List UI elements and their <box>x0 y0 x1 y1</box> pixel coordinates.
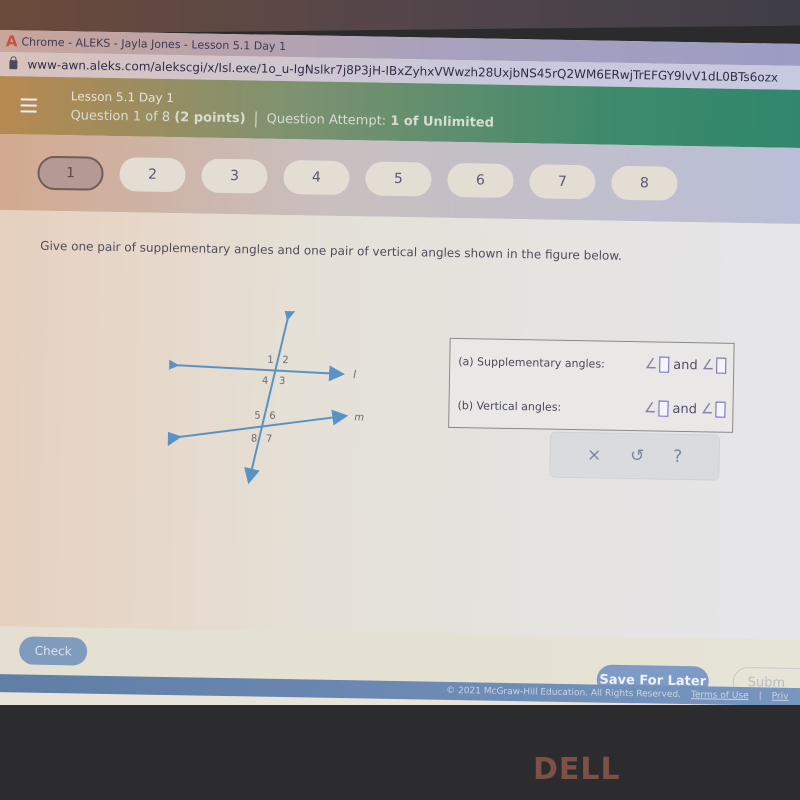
vertical-label: (b) Vertical angles: <box>457 398 562 414</box>
question-nav-6[interactable]: 6 <box>447 162 514 198</box>
vertical-row: (b) Vertical angles: ∠ and ∠ <box>457 397 726 418</box>
question-nav-2[interactable]: 2 <box>119 157 186 193</box>
angle-label-6: 6 <box>269 411 276 422</box>
window-title: Chrome - ALEKS - Jayla Jones - Lesson 5.… <box>21 34 287 53</box>
question-counter: Question 1 of 8 <box>70 108 171 125</box>
line-label-l: l <box>353 368 356 381</box>
question-nav-7[interactable]: 7 <box>529 164 596 200</box>
line-label-m: m <box>354 412 364 423</box>
transversal <box>244 309 299 485</box>
supplementary-label: (a) Supplementary angles: <box>458 354 605 371</box>
angle-icon: ∠ <box>644 356 658 373</box>
angle-label-7: 7 <box>266 434 273 445</box>
help-icon[interactable]: ? <box>673 447 682 467</box>
lesson-title: Lesson 5.1 Day 1 <box>70 88 175 105</box>
angle-label-3: 3 <box>279 376 286 387</box>
supplementary-angle-1-input[interactable] <box>659 356 670 373</box>
header-divider <box>255 110 257 127</box>
question-nav-3[interactable]: 3 <box>201 158 268 194</box>
attempt-label: Question Attempt: <box>266 111 387 129</box>
question-nav-5[interactable]: 5 <box>365 161 432 197</box>
dell-logo: DELL <box>533 752 621 787</box>
and-text: and <box>673 357 698 373</box>
question-nav-4[interactable]: 4 <box>283 159 350 196</box>
question-nav-1[interactable]: 1 <box>37 155 104 191</box>
copyright-text: © 2021 McGraw-Hill Education. All Rights… <box>446 685 682 700</box>
supplementary-row: (a) Supplementary angles: ∠ and ∠ <box>458 353 727 374</box>
terms-of-use-link[interactable]: Terms of Use <box>691 690 749 701</box>
footer-separator: | <box>758 691 762 702</box>
aleks-logo-icon: A <box>5 32 18 51</box>
hamburger-menu-icon[interactable] <box>0 98 59 113</box>
angle-figure: 1 2 3 4 5 6 7 8 l m <box>167 309 364 485</box>
answer-tools: × ↺ ? <box>549 431 721 481</box>
undo-icon[interactable]: ↺ <box>630 446 645 466</box>
clear-icon[interactable]: × <box>587 445 602 465</box>
monitor-bezel-top <box>0 0 800 35</box>
question-nav-8[interactable]: 8 <box>611 165 678 201</box>
angle-label-8: 8 <box>251 433 258 444</box>
angle-label-5: 5 <box>254 410 261 421</box>
attempt-value: 1 of Unlimited <box>390 113 495 131</box>
supplementary-angle-2-input[interactable] <box>716 357 727 374</box>
screen: A Chrome - ALEKS - Jayla Jones - Lesson … <box>0 30 800 735</box>
vertical-angle-1-input[interactable] <box>658 400 669 417</box>
laptop-bezel-bottom <box>0 705 800 800</box>
question-area: Give one pair of supplementary angles an… <box>0 209 800 645</box>
check-button[interactable]: Check <box>18 636 88 666</box>
angle-label-4: 4 <box>262 376 269 387</box>
angle-icon: ∠ <box>643 400 657 417</box>
angle-icon: ∠ <box>700 401 714 418</box>
lock-icon <box>9 59 18 69</box>
question-prompt: Give one pair of supplementary angles an… <box>40 238 622 263</box>
angle-icon: ∠ <box>701 357 715 374</box>
angle-label-2: 2 <box>282 355 289 366</box>
line-l <box>167 356 346 382</box>
question-navigation: 1 2 3 4 5 6 7 8 <box>0 133 800 225</box>
answer-box: (a) Supplementary angles: ∠ and ∠ (b) Ve… <box>448 337 735 433</box>
angle-label-1: 1 <box>267 355 274 366</box>
and-text: and <box>672 401 698 417</box>
question-points: (2 points) <box>174 110 246 127</box>
vertical-angle-2-input[interactable] <box>715 401 726 418</box>
privacy-link[interactable]: Priv <box>772 692 789 702</box>
